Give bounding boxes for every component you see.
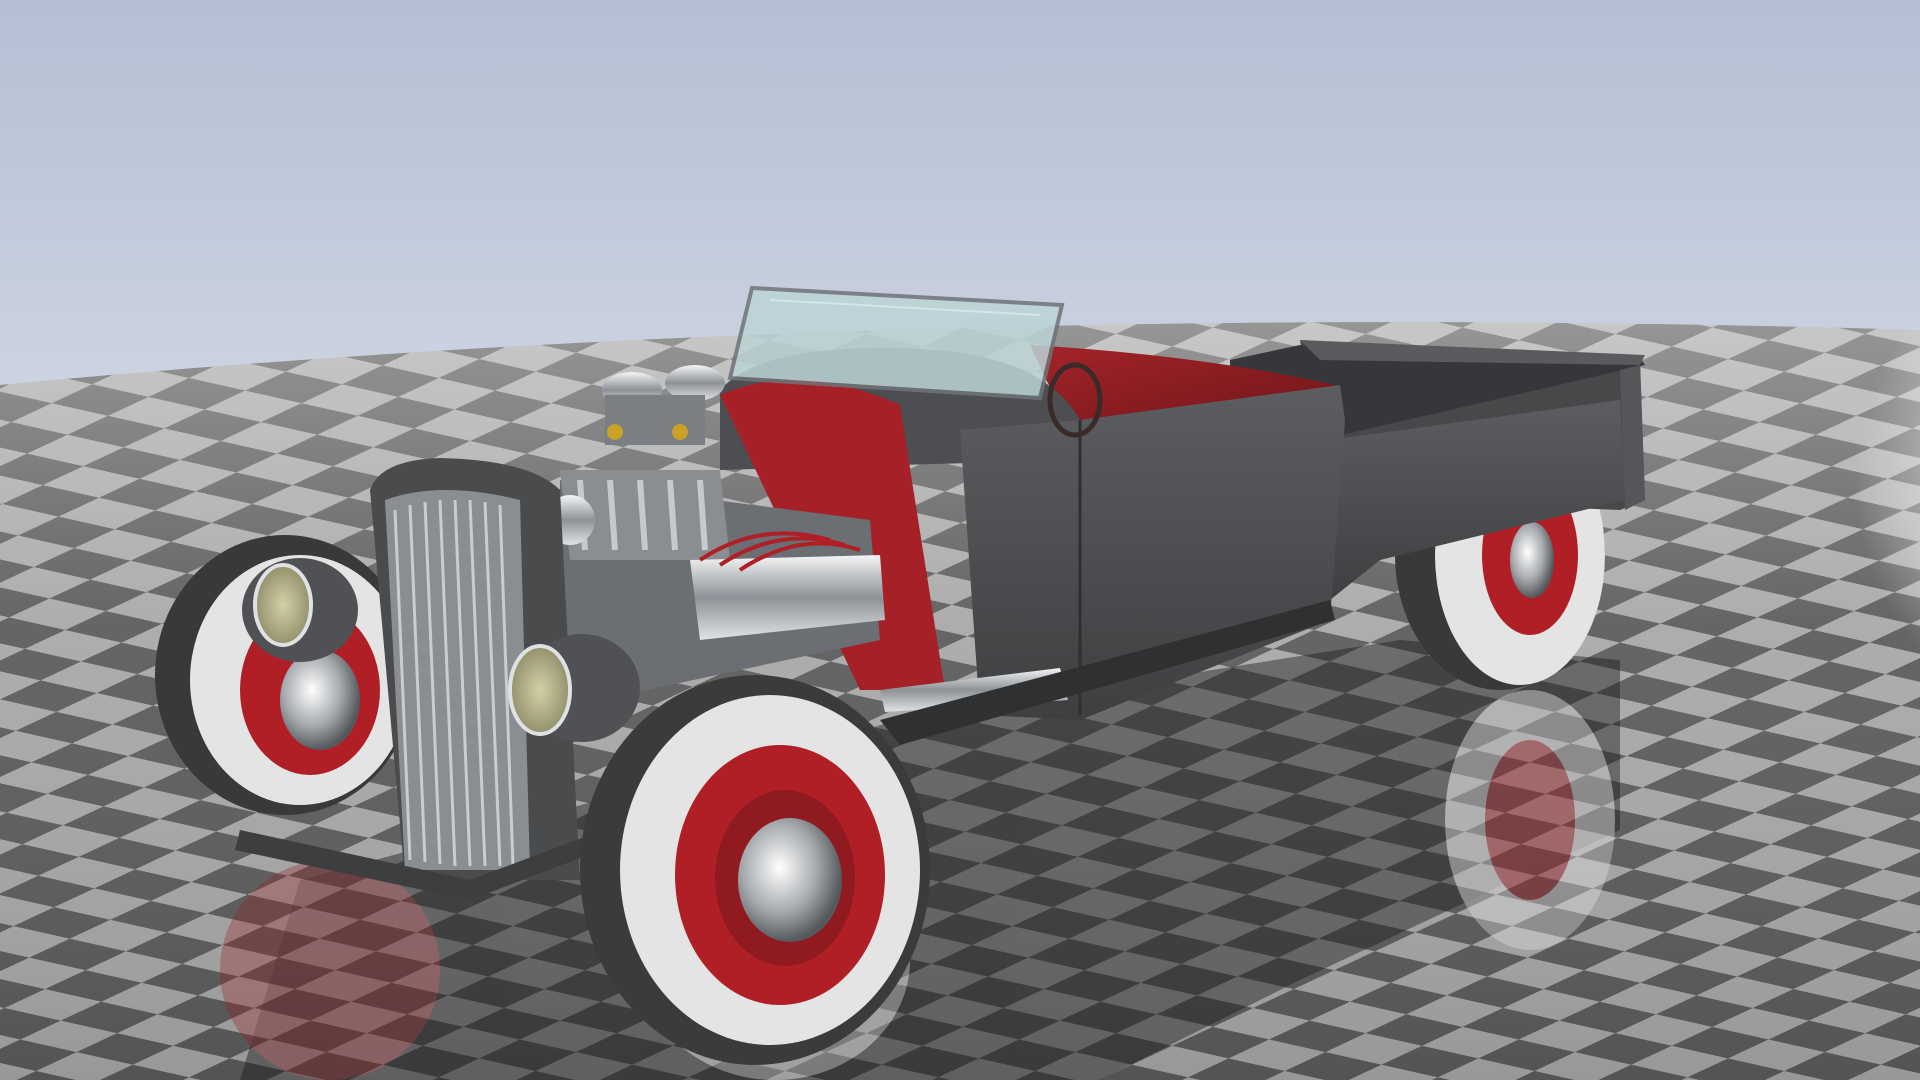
front-hubcap: [738, 818, 842, 942]
windshield: [727, 285, 1065, 401]
headlight-left: [242, 558, 358, 662]
rear-hubcap: [1510, 522, 1554, 598]
render-viewport: [0, 0, 1920, 1080]
front-right-wheel: [580, 675, 930, 1065]
scene-canvas: [0, 0, 1920, 1080]
headlight-right: [508, 634, 640, 742]
